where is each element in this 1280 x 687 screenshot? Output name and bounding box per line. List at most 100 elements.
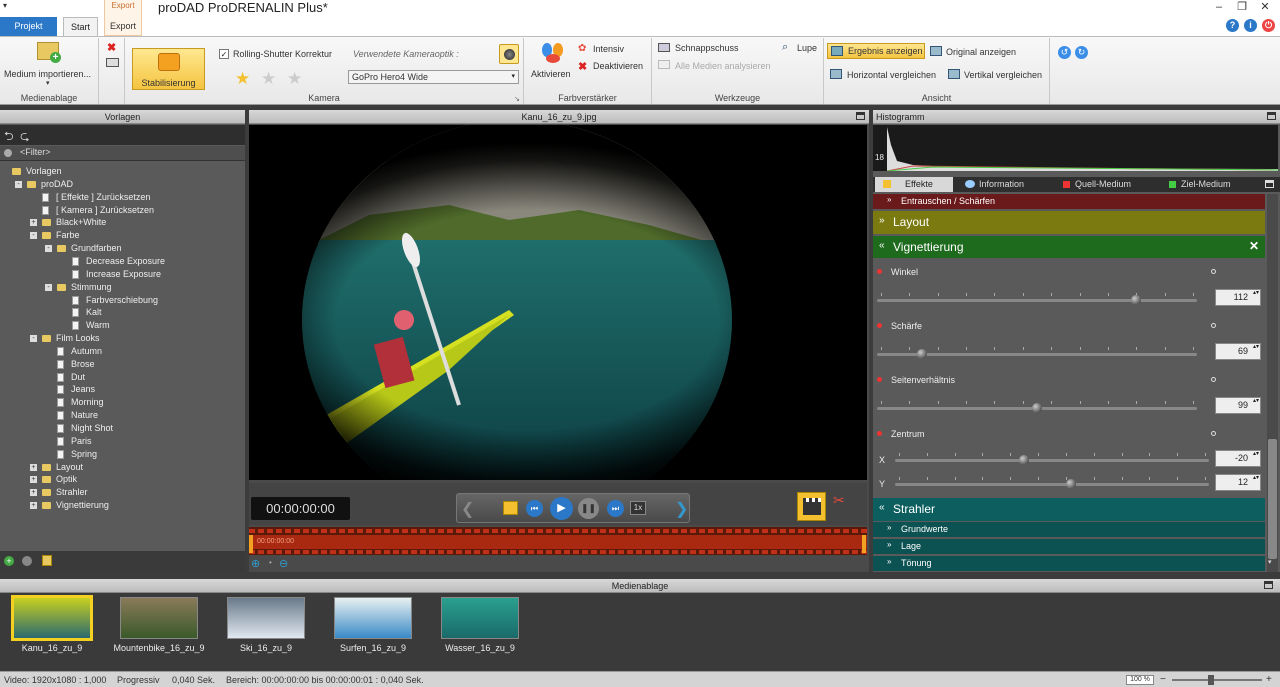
collapse-icon[interactable]: -	[30, 232, 37, 240]
zoom-out-icon[interactable]: −	[1160, 672, 1166, 687]
reset-icon[interactable]	[1211, 269, 1216, 274]
keyframe-dot-icon[interactable]	[877, 269, 882, 274]
filter-input[interactable]: <Filter>	[20, 147, 51, 157]
ergebnis-button[interactable]: Ergebnis anzeigen	[827, 43, 925, 59]
maximize-icon[interactable]	[1264, 581, 1273, 589]
reset-icon[interactable]	[1211, 431, 1216, 436]
tree-item[interactable]: + Layout	[0, 461, 240, 474]
strahler-section[interactable]: « Strahler	[873, 498, 1265, 521]
undo-icon[interactable]: ⮌	[4, 127, 14, 148]
tree-item[interactable]: Increase Exposure	[0, 268, 240, 281]
aktivieren-button[interactable]: Aktivieren	[531, 69, 571, 79]
rolling-shutter-checkbox[interactable]: ✓	[219, 49, 229, 59]
zoom-in-icon[interactable]: ⊕	[251, 557, 260, 570]
restore-icon[interactable]: ❐	[1231, 0, 1253, 14]
zoom-slider-thumb[interactable]	[1208, 675, 1214, 685]
tree-item[interactable]: Paris	[0, 435, 240, 448]
scrollbar-thumb[interactable]	[1268, 439, 1277, 559]
zoom-out-icon[interactable]: ⊖	[279, 557, 288, 570]
tree-item[interactable]: - proDAD	[0, 178, 240, 191]
cut-icon[interactable]: ✂	[833, 492, 845, 509]
maximize-icon[interactable]	[1267, 112, 1276, 120]
vertikal-button[interactable]: Vertikal vergleichen	[964, 70, 1042, 80]
intensiv-button[interactable]: Intensiv	[593, 44, 624, 54]
reset-icon[interactable]	[1211, 323, 1216, 328]
tab-quell-medium[interactable]: Quell-Medium	[1061, 177, 1161, 192]
next-icon[interactable]: ❯	[675, 499, 688, 519]
tree-item[interactable]: Kalt	[0, 306, 240, 319]
zoom-slider[interactable]	[1172, 679, 1262, 681]
tab-export[interactable]: Export Export	[104, 0, 142, 36]
expand-icon[interactable]: +	[30, 463, 37, 471]
skip-end-icon[interactable]: ⏭	[607, 500, 624, 517]
butterfly-icon[interactable]	[542, 43, 564, 65]
media-thumbnail[interactable]	[11, 595, 93, 641]
tab-start[interactable]: Start	[63, 17, 98, 38]
vignettierung-section[interactable]: « Vignettierung ✕	[873, 236, 1265, 258]
media-thumbnail[interactable]	[227, 597, 305, 639]
lage-section[interactable]: » Lage	[873, 539, 1265, 554]
zentrum-y-spinbox[interactable]: 12	[1215, 474, 1261, 491]
deaktivieren-button[interactable]: Deaktivieren	[593, 61, 643, 71]
tree-item[interactable]: Spring	[0, 448, 240, 461]
timeline-marker-end[interactable]	[862, 535, 866, 553]
keyframe-dot-icon[interactable]	[877, 377, 882, 382]
original-button[interactable]: Original anzeigen	[946, 47, 1016, 57]
tree-item[interactable]: - Stimmung	[0, 281, 240, 294]
redo-icon[interactable]: ⮎	[20, 127, 30, 148]
expand-icon[interactable]: +	[30, 502, 37, 510]
add-icon[interactable]: +	[4, 556, 14, 566]
save-icon[interactable]	[42, 555, 52, 566]
close-icon[interactable]: ✕	[1254, 0, 1276, 14]
tree-item[interactable]: + Black+White	[0, 216, 240, 229]
import-dropdown-icon[interactable]: ▾	[46, 79, 50, 87]
skip-start-icon[interactable]: ⏮	[526, 500, 543, 517]
collapse-icon[interactable]: -	[45, 283, 52, 291]
info-icon[interactable]: i	[1244, 19, 1257, 32]
tree-item[interactable]: [ Kamera ] Zurücksetzen	[0, 204, 240, 217]
reset-icon[interactable]	[1211, 377, 1216, 382]
alle-medien-button[interactable]: Alle Medien analysieren	[675, 61, 771, 71]
tree-item[interactable]: Morning	[0, 396, 240, 409]
timeline[interactable]: 00:00:00:00	[249, 527, 867, 555]
collapse-icon[interactable]: -	[45, 245, 52, 253]
tab-ziel-medium[interactable]: Ziel-Medium	[1169, 177, 1269, 192]
param-knob[interactable]	[916, 349, 927, 359]
tree-item[interactable]: Vorlagen	[0, 165, 240, 178]
tree-item[interactable]: Night Shot	[0, 422, 240, 435]
scroll-down-icon[interactable]: ▾	[1268, 558, 1272, 566]
zentrum-x-knob[interactable]	[1018, 455, 1029, 465]
tree-item[interactable]: Autumn	[0, 345, 240, 358]
tree-item[interactable]: Farbverschiebung	[0, 294, 240, 307]
tree-item[interactable]: + Vignettierung	[0, 499, 240, 512]
toenung-section[interactable]: » Tönung	[873, 556, 1265, 571]
media-list-icon[interactable]	[106, 58, 119, 67]
param-spinbox[interactable]: 99	[1215, 397, 1261, 414]
media-thumbnail[interactable]	[334, 597, 412, 639]
zentrum-x-spinbox[interactable]: -20	[1215, 450, 1261, 467]
loop-icon[interactable]	[503, 501, 518, 515]
quick-access-arrow-icon[interactable]: ▾	[3, 1, 7, 10]
layout-section[interactable]: » Layout	[873, 211, 1265, 234]
tree-item[interactable]: - Farbe	[0, 229, 240, 242]
lupe-button[interactable]: Lupe	[797, 43, 817, 53]
schnappschuss-button[interactable]: Schnappschuss	[675, 43, 739, 53]
maximize-icon[interactable]	[1265, 180, 1274, 188]
expand-icon[interactable]: +	[30, 476, 37, 484]
tab-information[interactable]: Information	[959, 177, 1059, 192]
star-2-icon[interactable]: ★	[261, 69, 276, 89]
star-3-icon[interactable]: ★	[287, 69, 302, 89]
param-knob[interactable]	[1131, 295, 1142, 305]
param-slider[interactable]	[877, 299, 1197, 302]
horizontal-button[interactable]: Horizontal vergleichen	[847, 70, 936, 80]
minimize-icon[interactable]: –	[1208, 0, 1230, 14]
tree-item[interactable]: Nature	[0, 409, 240, 422]
collapse-icon[interactable]: -	[15, 180, 22, 188]
tree-item[interactable]: - Grundfarben	[0, 242, 240, 255]
zoom-level[interactable]: 100 %	[1126, 675, 1154, 685]
filter-row[interactable]: <Filter>	[0, 146, 245, 161]
tab-effekte[interactable]: Effekte	[875, 177, 953, 192]
power-icon[interactable]: ⏻	[1262, 19, 1275, 32]
tab-projekt[interactable]: Projekt	[0, 17, 57, 36]
expand-icon[interactable]: +	[30, 219, 37, 227]
